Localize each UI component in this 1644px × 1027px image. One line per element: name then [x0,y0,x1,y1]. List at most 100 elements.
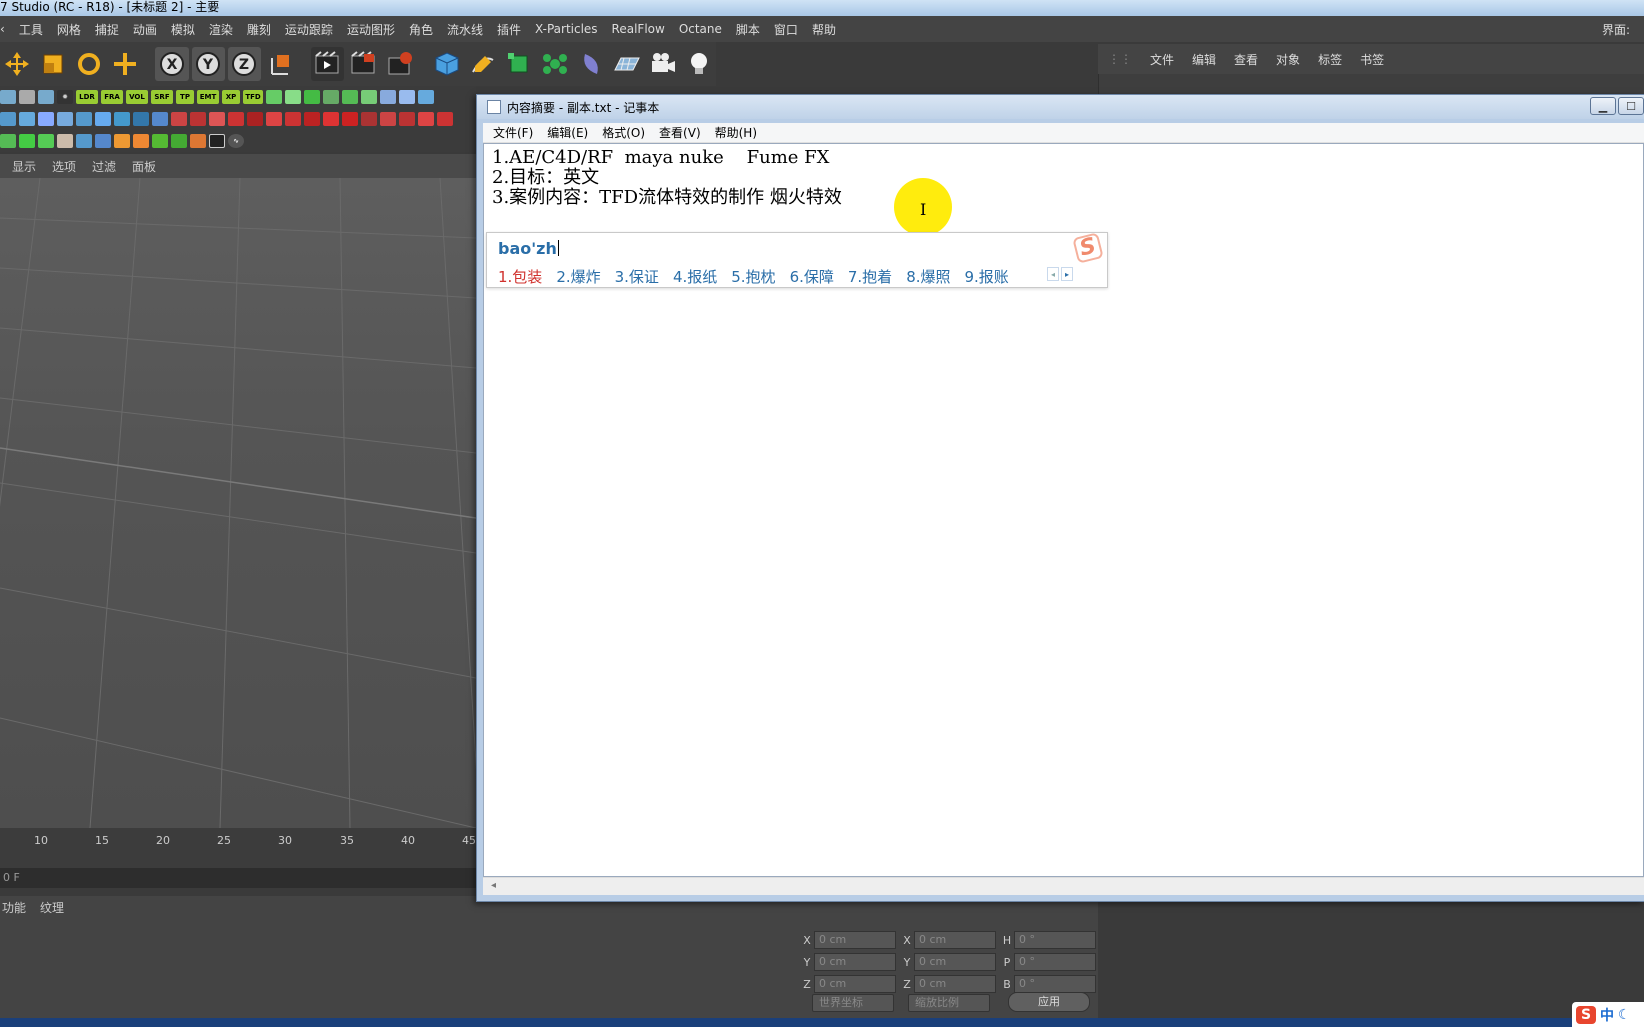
c4d-menu-snap[interactable]: 捕捉 [95,21,119,38]
c4d-menu-tools[interactable]: 工具 [19,21,43,38]
c4d-menu-render[interactable]: 渲染 [209,21,233,38]
move-tool-icon[interactable] [0,47,33,81]
subdivision-surface-icon[interactable] [502,47,535,81]
c4d-menu-help[interactable]: 帮助 [812,21,836,38]
plugin-icon[interactable] [380,112,396,126]
plugin-icon[interactable] [114,112,130,126]
rot-h-field[interactable]: 0 ° [1014,931,1096,949]
coord-space-dropdown[interactable]: 世界坐标 [812,994,894,1012]
tfd-icon[interactable]: TFD [243,90,263,104]
plugin-icon[interactable] [247,112,263,126]
plugin-icon[interactable] [285,90,301,104]
size-x-field[interactable]: 0 cm [914,931,996,949]
horizontal-scrollbar[interactable]: ◂ [483,877,1644,895]
c4d-menu-realflow[interactable]: RealFlow [612,22,665,36]
gear-icon[interactable] [19,90,35,104]
c4d-menu-simulate[interactable]: 模拟 [171,21,195,38]
ime-candidate[interactable]: 3.保证 [615,266,659,287]
rot-p-field[interactable]: 0 ° [1014,953,1096,971]
om-menu-view[interactable]: 查看 [1234,51,1258,68]
ime-candidate[interactable]: 5.抱枕 [731,266,775,287]
plugin-icon[interactable] [190,134,206,148]
grip-icon[interactable]: ⋮⋮ [1108,52,1132,66]
c4d-menu-character[interactable]: 角色 [409,21,433,38]
layout-label[interactable]: 界面: [1602,21,1630,38]
c4d-menu-pipeline[interactable]: 流水线 [447,21,483,38]
menu-function[interactable]: 功能 [2,899,26,916]
plugin-icon[interactable] [0,90,16,104]
plugin-icon[interactable] [304,90,320,104]
om-menu-edit[interactable]: 编辑 [1192,51,1216,68]
plugin-icon[interactable] [114,134,130,148]
plugin-icon[interactable] [152,134,168,148]
plugin-icon[interactable] [228,112,244,126]
c4d-menu-octane[interactable]: Octane [679,22,722,36]
plugin-icon[interactable] [323,90,339,104]
plugin-icon[interactable] [361,112,377,126]
camera-icon[interactable] [647,47,680,81]
plugin-icon[interactable] [133,112,149,126]
plugin-icon[interactable] [342,112,358,126]
floor-icon[interactable] [611,47,644,81]
plugin-icon[interactable] [57,112,73,126]
coordinate-system-icon[interactable] [264,47,297,81]
pos-y-field[interactable]: 0 cm [814,953,896,971]
maximize-icon[interactable]: ☐ [1618,97,1644,115]
rotate-tool-icon[interactable] [72,47,105,81]
scroll-left-icon[interactable]: ◂ [491,880,496,891]
half-width-moon-icon[interactable]: ☾ [1618,1007,1631,1023]
c4d-menu-script[interactable]: 脚本 [736,21,760,38]
tp-srf-icon[interactable]: SRF [151,90,173,104]
viewport-menu-options[interactable]: 选项 [52,158,76,175]
ime-status-tray[interactable]: S 中 ☾ [1572,1002,1644,1027]
plugin-icon[interactable] [399,90,415,104]
minimize-icon[interactable]: ▁ [1590,97,1616,115]
menu-view[interactable]: 查看(V) [659,124,701,141]
tp-icon[interactable]: TP [176,90,194,104]
om-menu-tags[interactable]: 标签 [1318,51,1342,68]
render-picture-viewer-icon[interactable] [347,47,380,81]
ime-candidate[interactable]: 2.爆炸 [556,266,600,287]
plugin-icon[interactable] [323,112,339,126]
plugin-icon[interactable] [19,112,35,126]
plugin-icon[interactable] [380,90,396,104]
plugin-icon[interactable] [57,134,73,148]
plugin-icon[interactable] [304,112,320,126]
live-select-icon[interactable] [108,47,141,81]
plugin-icon[interactable] [361,90,377,104]
viewport-menu-display[interactable]: 显示 [12,158,36,175]
c4d-menu-mograph[interactable]: 运动图形 [347,21,395,38]
tp-vol-icon[interactable]: VOL [126,90,148,104]
pen-spline-icon[interactable] [466,47,499,81]
sogou-skin-logo-icon[interactable]: S [1072,232,1104,264]
pos-x-field[interactable]: 0 cm [814,931,896,949]
tp-fra-icon[interactable]: FRA [101,90,123,104]
c4d-menu-animate[interactable]: 动画 [133,21,157,38]
tp-emt-icon[interactable]: EMT [197,90,219,104]
menu-texture[interactable]: 纹理 [40,899,64,916]
plugin-icon[interactable] [95,134,111,148]
timeline-ruler[interactable]: 10 15 20 25 30 35 40 45 [0,828,476,868]
plugin-icon[interactable] [399,112,415,126]
wave-icon[interactable]: ∿ [228,134,244,148]
next-page-icon[interactable]: ▸ [1061,267,1073,281]
y-axis-lock-icon[interactable]: Y [191,47,225,81]
light-icon[interactable] [683,47,716,81]
sogou-logo-icon[interactable]: S [1576,1005,1596,1024]
plugin-icon[interactable] [418,90,434,104]
plugin-icon[interactable] [38,134,54,148]
ime-candidate[interactable]: 1.包装 [498,266,542,287]
plugin-icon[interactable] [0,134,16,148]
plugin-icon[interactable] [418,112,434,126]
c4d-menu-motion-tracker[interactable]: 运动跟踪 [285,21,333,38]
plugin-icon[interactable] [19,134,35,148]
pos-z-field[interactable]: 0 cm [814,975,896,993]
menu-help[interactable]: 帮助(H) [715,124,757,141]
plugin-icon[interactable] [266,90,282,104]
3d-viewport[interactable] [0,178,476,828]
x-axis-lock-icon[interactable]: X [155,47,189,81]
viewport-menu-panel[interactable]: 面板 [132,158,156,175]
plugin-icon[interactable] [190,112,206,126]
size-z-field[interactable]: 0 cm [914,975,996,993]
plugin-icon[interactable] [285,112,301,126]
